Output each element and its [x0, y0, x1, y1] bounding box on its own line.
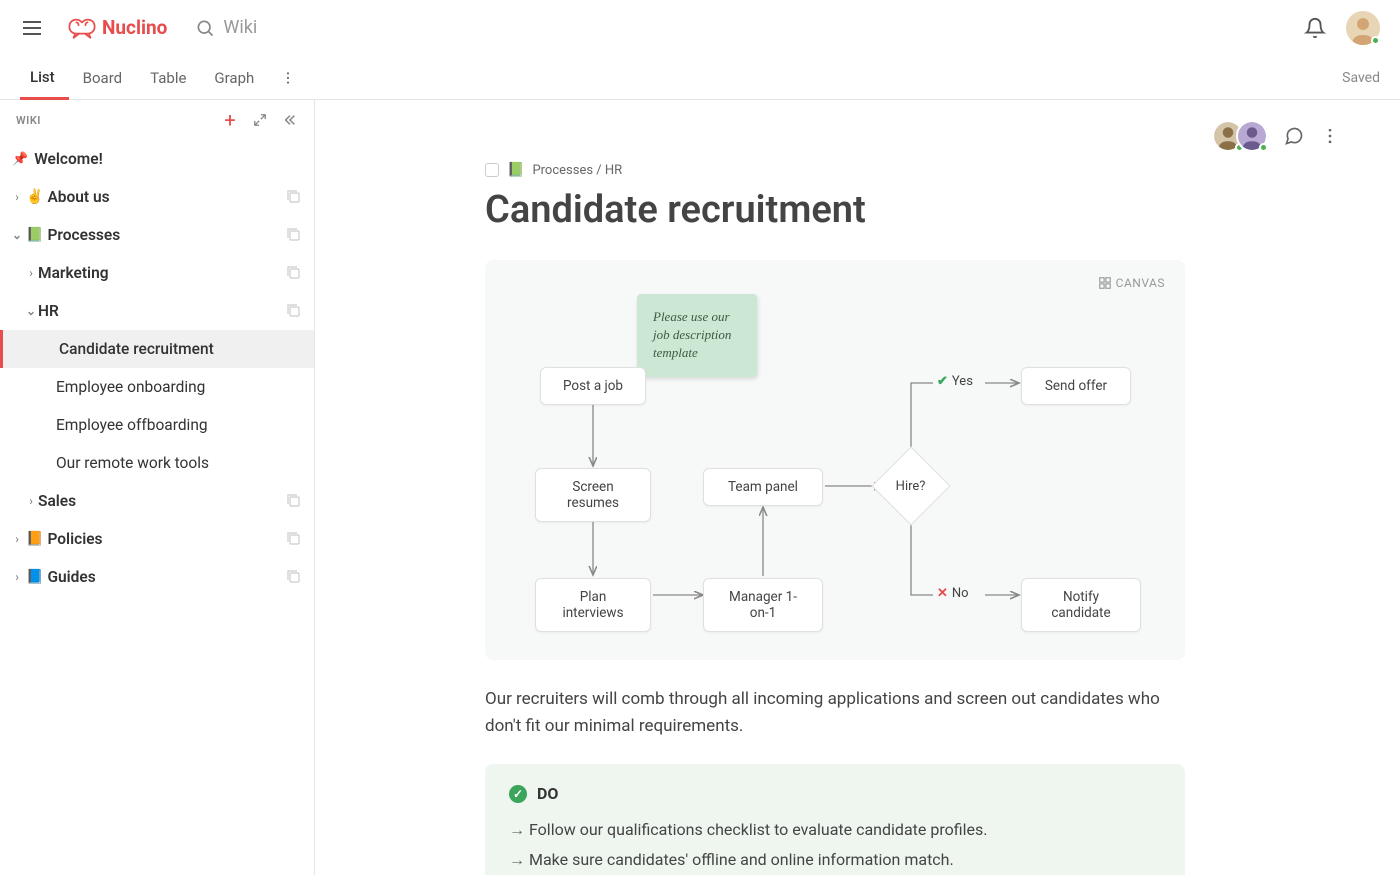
- tab-table[interactable]: Table: [136, 56, 200, 100]
- arrow-right-icon: →: [509, 850, 525, 869]
- edge-label-no: ✕No: [937, 586, 969, 601]
- chevron-right-icon: ›: [10, 532, 24, 546]
- top-header: Nuclino Wiki: [0, 0, 1400, 56]
- do-item: →Follow our qualifications checklist to …: [509, 815, 1161, 845]
- book-icon: 📘: [26, 569, 43, 585]
- add-page-icon[interactable]: +: [222, 112, 238, 128]
- app-logo[interactable]: Nuclino: [68, 14, 167, 42]
- sidebar-item-about-us[interactable]: › ✌️ About us: [0, 178, 314, 216]
- check-icon: ✔: [937, 374, 948, 389]
- expand-icon[interactable]: [252, 112, 268, 128]
- intro-paragraph: Our recruiters will comb through all inc…: [485, 686, 1185, 740]
- collection-icon: [286, 265, 302, 281]
- tab-board[interactable]: Board: [69, 56, 136, 100]
- collection-icon: [286, 493, 302, 509]
- sidebar-item-marketing[interactable]: › Marketing: [0, 254, 314, 292]
- breadcrumb-path: Processes / HR: [532, 163, 622, 178]
- node-send-offer[interactable]: Send offer: [1021, 367, 1131, 405]
- sidebar-item-policies[interactable]: › 📙 Policies: [0, 520, 314, 558]
- comments-icon[interactable]: [1284, 126, 1304, 146]
- canvas-badge: CANVAS: [1098, 276, 1165, 290]
- canvas-icon: [1098, 276, 1112, 290]
- sidebar-workspace-label: WIKI: [16, 114, 41, 127]
- chevron-down-icon: ⌄: [24, 304, 38, 318]
- sidebar-item-processes[interactable]: ⌄ 📗 Processes: [0, 216, 314, 254]
- collection-icon: [286, 569, 302, 585]
- node-manager-1on1[interactable]: Manager 1-on-1: [703, 578, 823, 632]
- page-title: Candidate recruitment: [485, 188, 1185, 232]
- tab-more-icon[interactable]: [276, 56, 300, 100]
- chevron-right-icon: ›: [24, 494, 38, 508]
- collection-icon: [286, 189, 302, 205]
- collaborator-avatars[interactable]: [1212, 120, 1268, 152]
- brand-name: Nuclino: [102, 16, 167, 39]
- more-menu-icon[interactable]: [1320, 126, 1340, 146]
- collapse-sidebar-icon[interactable]: [282, 112, 298, 128]
- node-plan-interviews[interactable]: Plan interviews: [535, 578, 651, 632]
- sidebar-item-candidate-recruitment[interactable]: Candidate recruitment: [0, 330, 314, 368]
- hand-icon: ✌️: [26, 189, 43, 205]
- book-icon: 📗: [507, 162, 524, 178]
- tab-graph[interactable]: Graph: [200, 56, 268, 100]
- sidebar-item-welcome[interactable]: 📌 Welcome!: [0, 140, 314, 178]
- search-icon: [195, 18, 215, 38]
- sidebar-item-guides[interactable]: › 📘 Guides: [0, 558, 314, 596]
- sticky-note[interactable]: Please use our job description template: [637, 294, 757, 377]
- status-dot-icon: [1259, 143, 1268, 152]
- saved-status: Saved: [1342, 70, 1380, 86]
- node-hire-decision[interactable]: Hire?: [871, 446, 950, 525]
- collection-icon: [286, 227, 302, 243]
- chevron-right-icon: ›: [10, 570, 24, 584]
- hamburger-menu-icon[interactable]: [20, 16, 44, 40]
- do-item: →Make sure candidates' offline and onlin…: [509, 845, 1161, 875]
- check-circle-icon: ✓: [509, 785, 527, 803]
- tab-list[interactable]: List: [20, 56, 69, 100]
- node-post-job[interactable]: Post a job: [540, 367, 646, 405]
- brain-icon: [68, 14, 96, 42]
- document-content: 📗 Processes / HR Candidate recruitment C…: [315, 100, 1400, 875]
- node-team-panel[interactable]: Team panel: [703, 468, 823, 506]
- notifications-icon[interactable]: [1304, 17, 1326, 39]
- sidebar-item-hr[interactable]: ⌄ HR: [0, 292, 314, 330]
- pin-icon: 📌: [12, 152, 28, 167]
- sidebar-item-employee-onboarding[interactable]: Employee onboarding: [0, 368, 314, 406]
- book-icon: 📗: [26, 227, 43, 243]
- sidebar: WIKI + 📌 Welcome! › ✌️ About us ⌄ 📗 Proc: [0, 100, 315, 875]
- status-dot-icon: [1371, 36, 1380, 45]
- book-icon: 📙: [26, 531, 43, 547]
- chevron-right-icon: ›: [24, 266, 38, 280]
- chevron-right-icon: ›: [10, 190, 24, 204]
- collection-icon: [286, 531, 302, 547]
- page-checkbox[interactable]: [485, 163, 499, 177]
- view-tabs: List Board Table Graph Saved: [0, 56, 1400, 100]
- sidebar-item-remote-tools[interactable]: Our remote work tools: [0, 444, 314, 482]
- search-placeholder: Wiki: [223, 17, 257, 38]
- node-notify-candidate[interactable]: Notify candidate: [1021, 578, 1141, 632]
- search-input[interactable]: Wiki: [195, 17, 1304, 38]
- do-callout: ✓ DO →Follow our qualifications checklis…: [485, 764, 1185, 875]
- chevron-down-icon: ⌄: [10, 228, 24, 242]
- breadcrumb[interactable]: 📗 Processes / HR: [485, 162, 1185, 178]
- user-avatar[interactable]: [1346, 11, 1380, 45]
- canvas-embed[interactable]: CANVAS: [485, 260, 1185, 660]
- do-label: DO: [537, 784, 558, 803]
- sidebar-item-sales[interactable]: › Sales: [0, 482, 314, 520]
- arrow-right-icon: →: [509, 820, 525, 839]
- cross-icon: ✕: [937, 586, 948, 601]
- node-screen-resumes[interactable]: Screen resumes: [535, 468, 651, 522]
- sidebar-item-employee-offboarding[interactable]: Employee offboarding: [0, 406, 314, 444]
- edge-label-yes: ✔Yes: [937, 374, 973, 389]
- collection-icon: [286, 303, 302, 319]
